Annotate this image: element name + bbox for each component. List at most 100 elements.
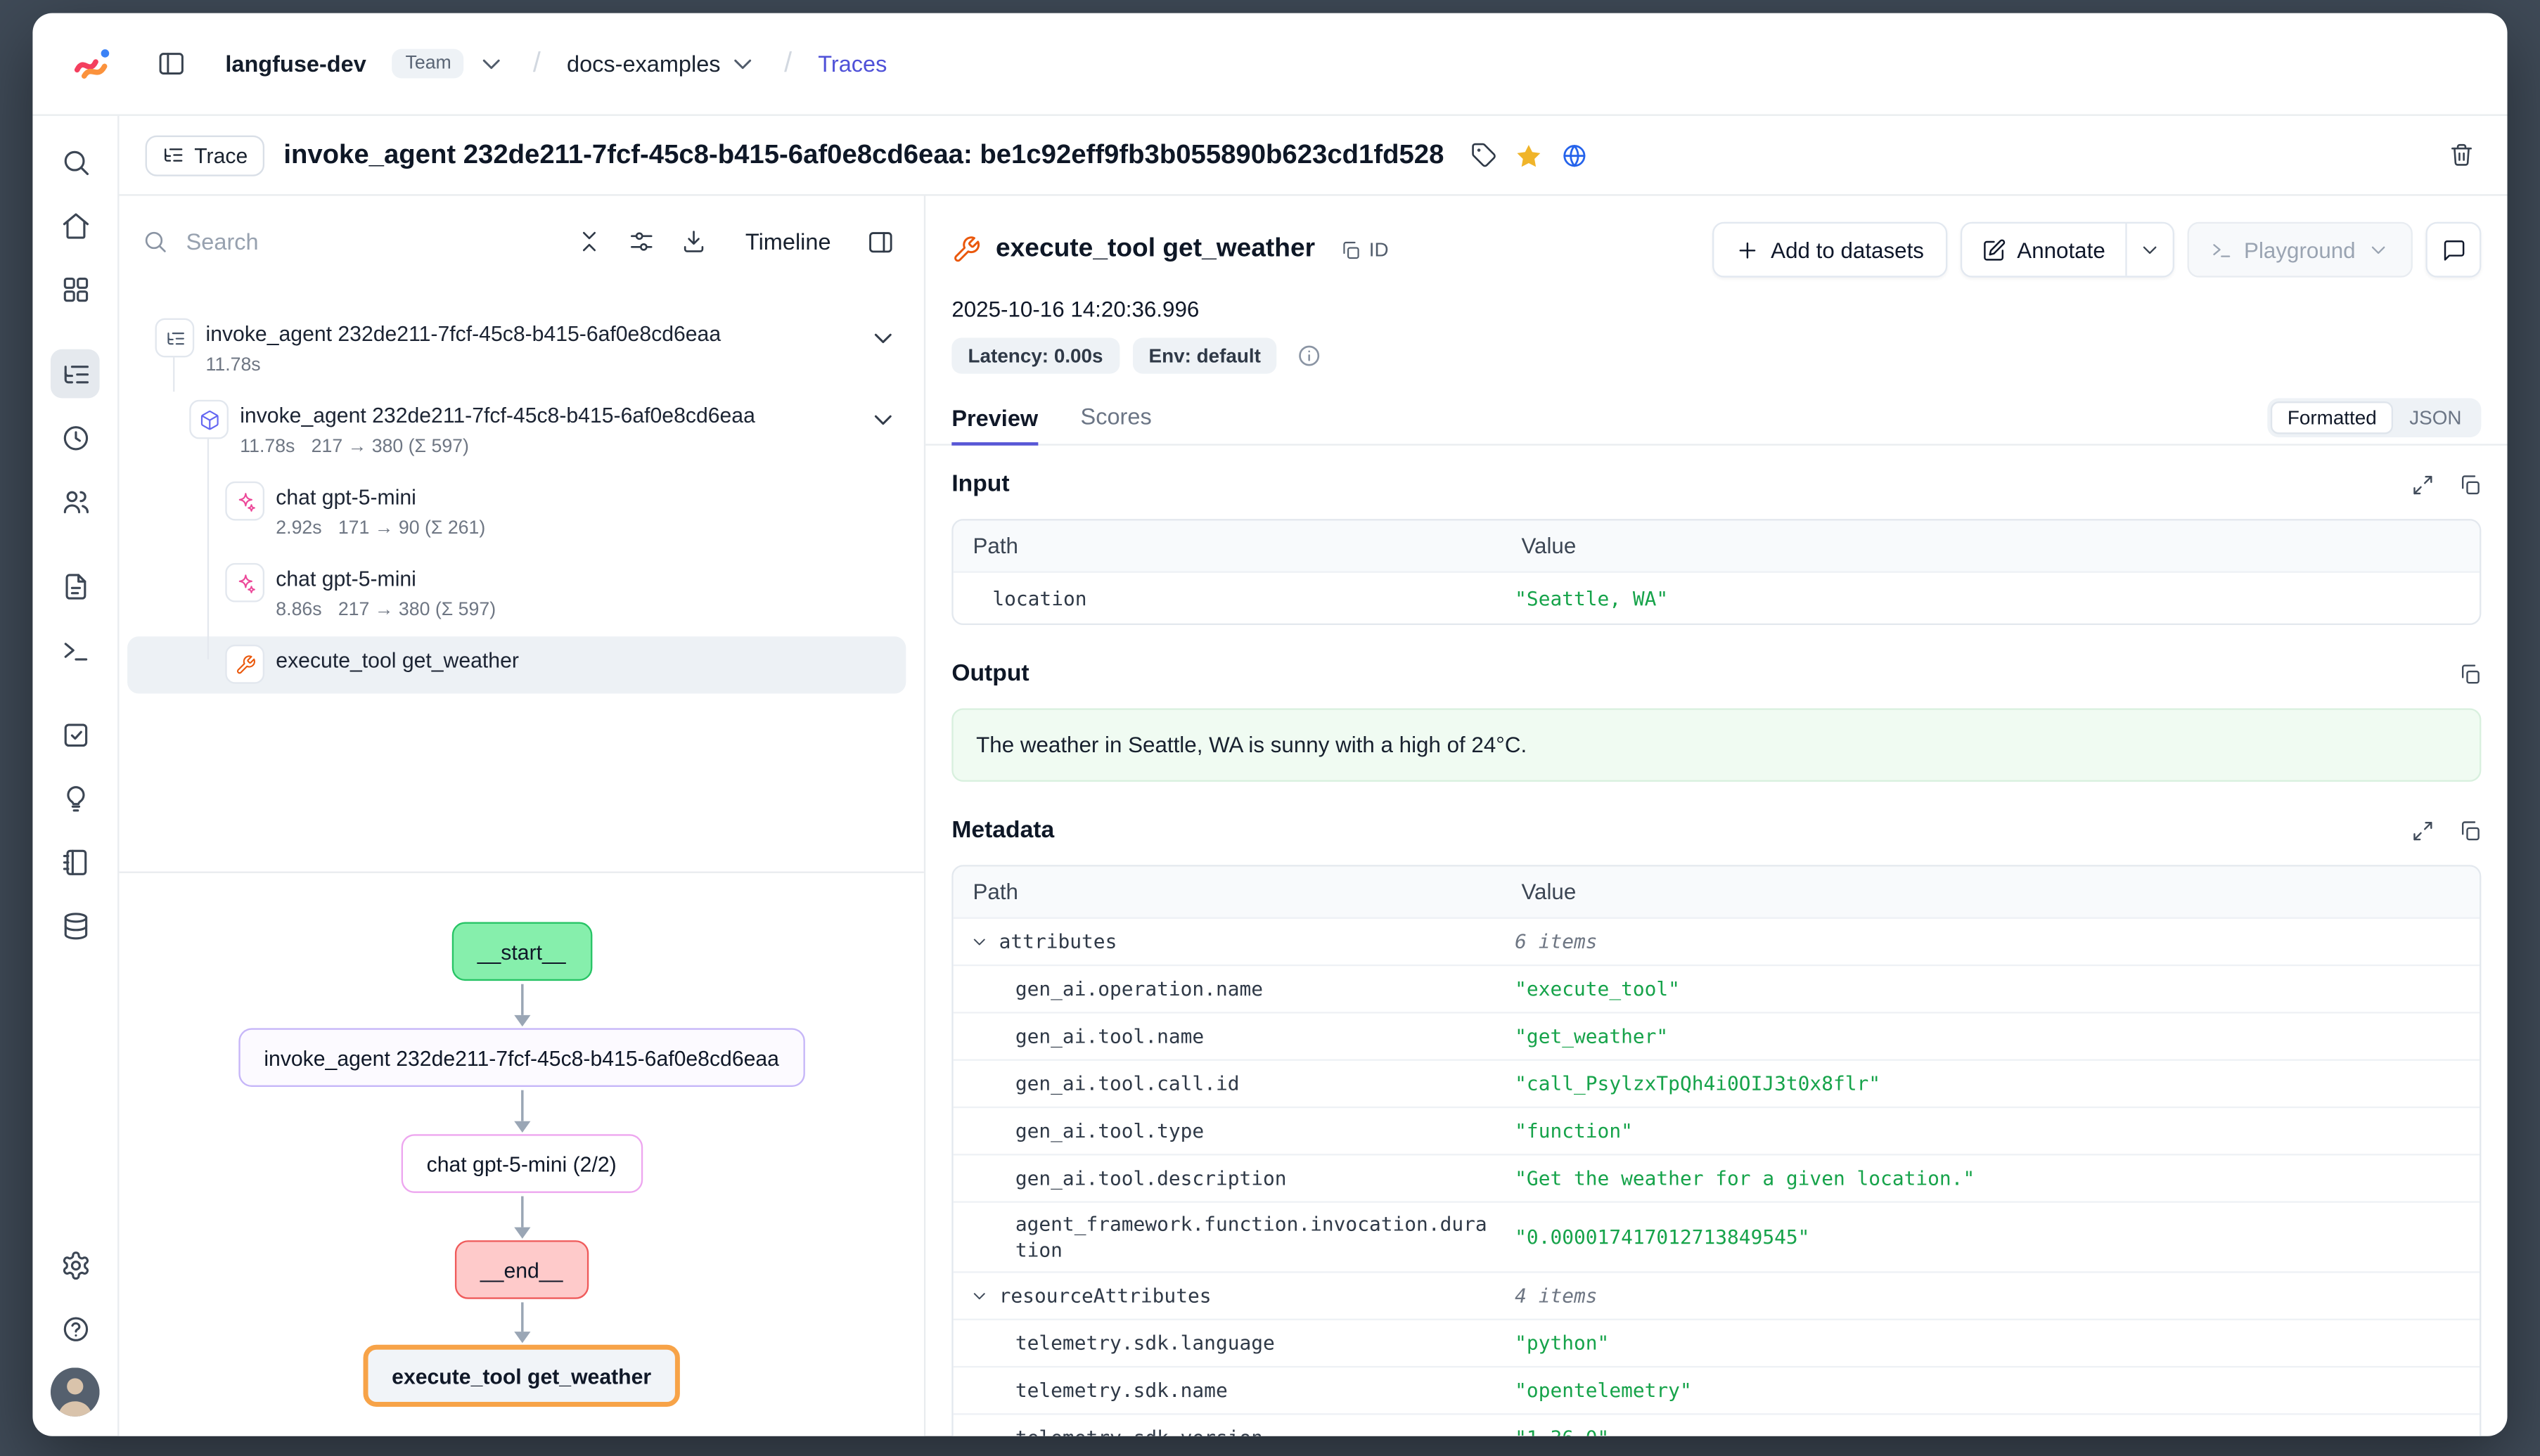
copy-icon[interactable] (2458, 473, 2482, 497)
rail-datasets-button[interactable] (51, 901, 100, 950)
playground-button[interactable]: Playground (2187, 222, 2413, 278)
collapse-all-icon (576, 228, 602, 255)
copy-icon[interactable] (2458, 819, 2482, 843)
tab-preview[interactable]: Preview (951, 405, 1038, 446)
info-button[interactable] (1290, 336, 1330, 375)
comments-button[interactable] (2425, 222, 2481, 278)
tree-toolbar: Timeline (119, 196, 923, 288)
home-icon (60, 210, 91, 240)
rail-sessions-button[interactable] (51, 413, 100, 462)
trace-header-bar: Trace invoke_agent 232de211-7fcf-45c8-b4… (119, 116, 2507, 196)
tree-row-agent-span[interactable]: invoke_agent 232de211-7fcf-45c8-b415-6af… (119, 392, 913, 470)
table-row: location "Seattle, WA" (954, 571, 2480, 623)
sparkle-icon (234, 491, 255, 512)
annotate-dropdown-button[interactable] (2125, 224, 2172, 276)
table-row: gen_ai.tool.name"get_weather" (954, 1012, 2480, 1059)
chevron-down-icon[interactable] (868, 405, 898, 434)
lightbulb-icon (60, 782, 91, 813)
chevron-down-icon[interactable] (868, 323, 898, 353)
graph-node-tool-selected[interactable]: execute_tool get_weather (362, 1345, 681, 1407)
search-input[interactable] (183, 227, 369, 257)
tree-row-trace[interactable]: invoke_agent 232de211-7fcf-45c8-b415-6af… (119, 310, 913, 388)
list-tree-icon (164, 327, 185, 348)
delete-trace-button[interactable] (2442, 136, 2482, 175)
icon-rail (32, 116, 119, 1436)
rail-judge-button[interactable] (51, 773, 100, 823)
terminal-icon (60, 634, 91, 665)
graph-node-start[interactable]: __start__ (451, 922, 592, 981)
timeline-toggle[interactable]: Timeline (736, 227, 840, 257)
message-bubble-icon (2442, 238, 2466, 262)
sidebar-toggle-button[interactable] (150, 42, 193, 84)
tree-row-generation[interactable]: chat gpt-5-mini 2.92s171 → 90 (Σ 261) (119, 473, 913, 551)
rail-playground-button[interactable] (51, 625, 100, 674)
rail-settings-button[interactable] (51, 1240, 100, 1289)
chevron-down-icon (2138, 238, 2160, 261)
copy-id-button[interactable]: ID (1330, 237, 1398, 263)
tree-row-label: execute_tool get_weather (276, 646, 519, 676)
box-icon (198, 408, 219, 430)
collapse-all-button[interactable] (569, 222, 608, 262)
env-badge: Env: default (1132, 338, 1277, 374)
table-row: telemetry.sdk.language"python" (954, 1319, 2480, 1366)
chevron-down-icon[interactable] (477, 49, 507, 79)
org-name[interactable]: langfuse-dev (225, 51, 366, 77)
chevron-down-icon (970, 932, 989, 951)
table-row: agent_framework.function.invocation.dura… (954, 1201, 2480, 1271)
share-public-button[interactable] (1553, 135, 1594, 176)
annotate-button[interactable]: Annotate (1961, 224, 2124, 276)
metadata-group-resource-attributes[interactable]: resourceAttributes 4 items (954, 1271, 2480, 1318)
notebook-icon (60, 846, 91, 877)
project-name[interactable]: docs-examples (567, 49, 758, 79)
expand-icon[interactable] (2411, 819, 2435, 843)
user-avatar[interactable] (51, 1367, 100, 1417)
chevron-down-icon (2367, 238, 2390, 261)
rail-annotation-button[interactable] (51, 837, 100, 887)
expand-icon[interactable] (2411, 473, 2435, 497)
metadata-group-attributes[interactable]: attributes 6 items (954, 917, 2480, 965)
graph-node-chat[interactable]: chat gpt-5-mini (2/2) (400, 1134, 642, 1193)
tags-button[interactable] (1463, 136, 1503, 175)
check-square-icon (60, 719, 91, 750)
add-to-datasets-button[interactable]: Add to datasets (1712, 222, 1947, 278)
graph-node-agent[interactable]: invoke_agent 232de211-7fcf-45c8-b415-6af… (238, 1028, 805, 1087)
rail-prompts-button[interactable] (51, 562, 100, 611)
rail-users-button[interactable] (51, 477, 100, 526)
tree-row-tool-selected[interactable]: execute_tool get_weather (127, 636, 906, 693)
tree-row-meta: 2.92s171 → 90 (Σ 261) (276, 517, 485, 542)
tab-scores[interactable]: Scores (1081, 403, 1152, 444)
metadata-table: PathValue attributes 6 items (951, 865, 2481, 1436)
download-button[interactable] (674, 222, 713, 262)
rail-evaluation-button[interactable] (51, 710, 100, 759)
avatar-image (51, 1367, 100, 1417)
display-settings-button[interactable] (622, 222, 661, 262)
rail-home-button[interactable] (51, 201, 100, 250)
desktop: langfuse-dev Team / docs-examples / Trac… (0, 0, 2540, 1456)
tree-row-generation[interactable]: chat gpt-5-mini 8.86s217 → 380 (Σ 597) (119, 555, 913, 633)
format-formatted-button[interactable]: Formatted (2271, 401, 2393, 434)
row-path: location (954, 577, 1502, 619)
copy-icon[interactable] (2458, 662, 2482, 686)
tree-search[interactable] (142, 227, 556, 257)
chevron-down-icon (970, 1286, 989, 1306)
rail-support-button[interactable] (51, 1304, 100, 1353)
rail-traces-button[interactable] (51, 349, 100, 399)
breadcrumb-section[interactable]: Traces (818, 51, 887, 77)
table-row: gen_ai.tool.type"function" (954, 1107, 2480, 1154)
tree-row-label: invoke_agent 232de211-7fcf-45c8-b415-6af… (205, 320, 721, 349)
row-value: "Seattle, WA" (1502, 577, 2480, 619)
top-navigation-bar: langfuse-dev Team / docs-examples / Trac… (32, 13, 2507, 116)
bookmark-star-button[interactable] (1508, 135, 1548, 176)
table-row: telemetry.sdk.version"1.36.0" (954, 1413, 2480, 1436)
format-json-button[interactable]: JSON (2393, 401, 2478, 434)
graph-node-end[interactable]: __end__ (454, 1240, 589, 1299)
org-type-badge: Team (392, 49, 464, 79)
collapse-panel-button[interactable] (860, 221, 901, 262)
trace-icon (155, 318, 195, 358)
file-text-icon (60, 570, 91, 601)
breadcrumb-separator: / (784, 47, 792, 79)
rail-search-button[interactable] (51, 137, 100, 186)
group-count: 6 items (1502, 922, 2480, 962)
table-row: gen_ai.tool.call.id"call_PsylzxTpQh4i0OI… (954, 1059, 2480, 1107)
rail-dashboards-button[interactable] (51, 264, 100, 314)
